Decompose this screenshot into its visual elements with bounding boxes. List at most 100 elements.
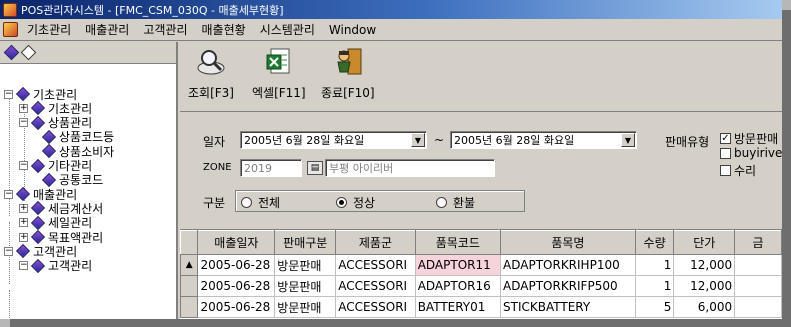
collapse-minus-icon[interactable]: − xyxy=(4,89,13,99)
date-label: 일자 xyxy=(203,135,226,149)
cell-sale-date[interactable]: 2005-06-28 xyxy=(197,275,276,297)
cell-unit-price[interactable]: 6,000 xyxy=(673,296,736,318)
cell-sale-date[interactable]: 2005-06-28 xyxy=(197,296,276,318)
tree-node[interactable]: − 고객관리 xyxy=(19,258,93,274)
cell-sale-type[interactable]: 방문판매 xyxy=(274,254,337,276)
col-header-quantity[interactable]: 수량 xyxy=(634,230,675,255)
col-header-sale-date[interactable]: 매출일자 xyxy=(197,230,276,255)
zone-code-value: 2019 xyxy=(244,161,272,175)
col-header-sale-type[interactable]: 판매구분 xyxy=(274,230,337,255)
row-selector[interactable] xyxy=(180,296,199,318)
category-radio-group: 전체 정상 환불 xyxy=(235,190,525,212)
magnifier-icon xyxy=(197,50,225,75)
cell-sale-type[interactable]: 방문판매 xyxy=(274,275,337,297)
cell-item-code[interactable]: ADAPTOR16 xyxy=(414,275,502,297)
menu-basic[interactable]: 기초관리 xyxy=(20,21,78,38)
expand-plus-icon[interactable]: + xyxy=(19,232,28,242)
query-label: 조회[F3] xyxy=(188,86,234,100)
chevron-down-icon[interactable]: ▼ xyxy=(621,133,635,147)
table-row[interactable]: 2005-06-28 방문판매 ACCESSORI BATTERY01 STICKBAT… xyxy=(180,296,782,318)
menu-system[interactable]: 시스템관리 xyxy=(253,21,322,38)
cell-sale-date[interactable]: 2005-06-28 xyxy=(197,254,276,276)
cell-quantity[interactable]: 1 xyxy=(634,254,675,276)
app-menu-icon[interactable] xyxy=(3,22,18,37)
lookup-icon[interactable]: ▤ xyxy=(307,161,323,175)
excel-button[interactable]: 엑셀[F11] xyxy=(252,46,306,101)
cell-item-name[interactable]: ADAPTORKRIHP100 xyxy=(500,254,636,276)
current-row-arrow-icon[interactable]: ▲ xyxy=(180,254,199,276)
cell-sale-type[interactable]: 방문판매 xyxy=(274,296,337,318)
cell-amount[interactable] xyxy=(734,296,782,318)
radio-icon xyxy=(241,197,252,208)
expand-plus-icon[interactable]: + xyxy=(19,218,28,228)
collapse-minus-icon[interactable]: − xyxy=(19,118,28,128)
col-header-item-code[interactable]: 품목코드 xyxy=(414,230,502,255)
cell-amount[interactable] xyxy=(734,275,782,297)
zone-name-input[interactable]: 부평 아이리버 xyxy=(325,159,495,177)
table-row[interactable]: ▲ 2005-06-28 방문판매 ACCESSORI ADAPTOR11 ADAPTOR… xyxy=(180,254,782,276)
menu-sales-mgmt[interactable]: 매출관리 xyxy=(78,21,136,38)
radio-all-label: 전체 xyxy=(258,196,281,210)
zone-code-input[interactable]: 2019 xyxy=(240,159,302,177)
collapse-all-icon[interactable] xyxy=(20,44,37,61)
sale-type-visit-checkbox[interactable]: ✓ 방문판매 xyxy=(720,130,778,147)
cell-product-group[interactable]: ACCESSORI xyxy=(335,296,416,318)
chevron-down-icon[interactable]: ▼ xyxy=(411,133,425,147)
table-row[interactable]: 2005-06-28 방문판매 ACCESSORI ADAPTOR16 ADAPTORK… xyxy=(180,275,782,297)
cell-item-name[interactable]: STICKBATTERY xyxy=(500,296,636,318)
expand-plus-icon[interactable]: + xyxy=(19,103,28,113)
row-selector[interactable] xyxy=(180,275,199,297)
cell-quantity[interactable]: 1 xyxy=(634,275,675,297)
radio-refund[interactable]: 환불 xyxy=(436,194,475,211)
sale-type-label: 판매유형 xyxy=(665,135,710,149)
cell-unit-price[interactable]: 12,000 xyxy=(673,275,736,297)
zone-label: ZONE xyxy=(203,162,232,173)
exit-button[interactable]: 종료[F10] xyxy=(321,46,375,101)
radio-all[interactable]: 전체 xyxy=(241,194,280,211)
col-header-unit-price[interactable]: 단가 xyxy=(673,230,736,255)
col-header-item-name[interactable]: 품목명 xyxy=(500,230,636,255)
cell-quantity[interactable]: 5 xyxy=(634,296,675,318)
tree-node-label: 고객관리 xyxy=(48,259,93,274)
menu-sales-status[interactable]: 매출현황 xyxy=(195,21,253,38)
folder-diamond-icon xyxy=(41,129,57,144)
folder-diamond-icon xyxy=(30,115,46,130)
col-header-amount[interactable]: 금 xyxy=(734,230,782,255)
radio-refund-label: 환불 xyxy=(453,196,476,210)
date-to-picker[interactable]: 2005년 6월 28일 화요일 ▼ xyxy=(450,131,637,149)
expand-all-icon[interactable] xyxy=(3,44,20,61)
expand-plus-icon[interactable]: + xyxy=(19,203,28,213)
row-selector-header xyxy=(180,230,199,255)
folder-diamond-icon xyxy=(15,244,31,259)
folder-diamond-icon xyxy=(15,187,31,202)
radio-selected-icon xyxy=(336,197,347,208)
menu-window[interactable]: Window xyxy=(322,23,383,37)
collapse-minus-icon[interactable]: − xyxy=(19,161,28,170)
exit-door-icon xyxy=(337,48,362,75)
window-title: POS관리자시스템 - [FMC_CSM_030Q - 매출세부현황] xyxy=(21,3,284,17)
cell-item-code[interactable]: ADAPTOR11 xyxy=(414,254,502,276)
collapse-minus-icon[interactable]: − xyxy=(4,189,13,199)
radio-normal[interactable]: 정상 xyxy=(336,194,375,211)
collapse-minus-icon[interactable]: − xyxy=(4,246,13,256)
sale-type-buyiriver-checkbox[interactable]: buyiriver xyxy=(720,146,782,160)
cell-product-group[interactable]: ACCESSORI xyxy=(335,254,416,276)
sale-type-repair-checkbox[interactable]: 수리 xyxy=(720,162,756,179)
cell-item-name[interactable]: ADAPTORKRIFP500 xyxy=(500,275,636,297)
query-button[interactable]: 조회[F3] xyxy=(188,46,234,101)
sales-table: 매출일자 판매구분 제품군 품목코드 품목명 수량 단가 금 ▲ 2005-06-… xyxy=(180,230,782,318)
menu-customer[interactable]: 고객관리 xyxy=(136,21,194,38)
cell-unit-price[interactable]: 12,000 xyxy=(673,254,736,276)
col-header-product-group[interactable]: 제품군 xyxy=(335,230,416,255)
folder-diamond-icon xyxy=(30,215,46,230)
category-label: 구분 xyxy=(203,196,226,210)
excel-label: 엑셀[F11] xyxy=(252,86,306,100)
cell-amount[interactable] xyxy=(734,254,782,276)
sale-type-repair-label: 수리 xyxy=(734,164,757,178)
cell-product-group[interactable]: ACCESSORI xyxy=(335,275,416,297)
cell-item-code[interactable]: BATTERY01 xyxy=(414,296,502,318)
radio-normal-label: 정상 xyxy=(353,196,376,210)
date-from-picker[interactable]: 2005년 6월 28일 화요일 ▼ xyxy=(240,131,427,149)
checkbox-icon xyxy=(720,165,731,176)
collapse-minus-icon[interactable]: − xyxy=(19,261,28,271)
